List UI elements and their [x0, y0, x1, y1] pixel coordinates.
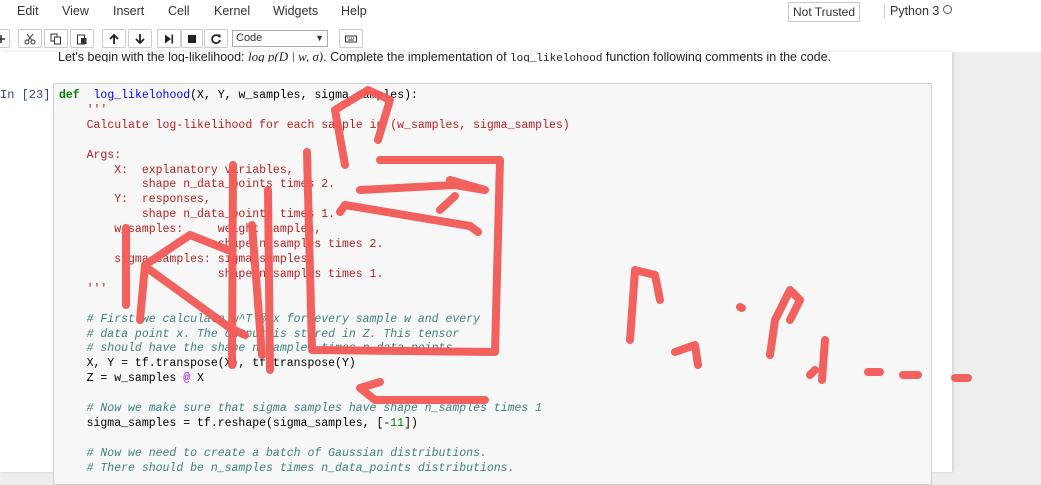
menu-view[interactable]: View	[62, 4, 89, 18]
code-token: shape n_samples times 1.	[59, 267, 384, 281]
copy-button[interactable]	[44, 29, 68, 48]
menu-widgets[interactable]: Widgets	[273, 4, 318, 18]
code-line: shape n_data_points times 1.	[59, 208, 570, 223]
markdown-text-before: Let's begin with the log-likelihood:	[58, 52, 249, 62]
menu-cell[interactable]: Cell	[168, 4, 190, 18]
menu-insert[interactable]: Insert	[113, 4, 144, 18]
code-cell-editor[interactable]: def log_likelohood(X, Y, w_samples, sigm…	[53, 83, 932, 485]
code-token: # Now we need to create a batch of Gauss…	[59, 446, 487, 460]
cell-type-value: Code	[236, 32, 263, 44]
code-line: X: explanatory variables,	[59, 164, 570, 179]
code-token: (X, Y, w_samples, sigma_samples):	[190, 89, 418, 102]
code-token: shape n_data_points times 1.	[59, 208, 336, 222]
menu-edit[interactable]: Edit	[17, 4, 39, 18]
cell-type-select[interactable]: Code ▼	[232, 30, 328, 47]
code-token: Z = w_samples	[59, 372, 184, 386]
code-line: Args:	[59, 149, 570, 164]
markdown-text-middle: . Complete the implementation of	[323, 52, 511, 62]
code-line: Y: responses,	[59, 193, 570, 208]
paste-icon	[77, 34, 87, 44]
code-line: # data point x. The output is stored in …	[59, 328, 570, 343]
code-line: '''	[59, 104, 570, 119]
code-line: # Now we need to create a batch of Gauss…	[59, 447, 570, 462]
code-token: '''	[59, 103, 108, 117]
restart-button[interactable]	[204, 29, 228, 48]
inline-code: log_likelohood	[510, 53, 603, 63]
code-line: sigma_samples: sigma samples,	[59, 253, 570, 268]
menu-bar: Edit View Insert Cell Kernel Widgets Hel…	[0, 0, 1041, 27]
code-line: # should have the shape n_samples times …	[59, 342, 570, 357]
restart-icon	[211, 33, 221, 44]
move-up-icon	[109, 33, 119, 44]
code-token: ])	[404, 416, 418, 430]
move-down-button[interactable]	[128, 29, 152, 48]
code-token: Args:	[59, 148, 122, 162]
paste-button[interactable]	[70, 29, 94, 48]
code-token: sigma_samples: sigma samples,	[59, 252, 315, 266]
markdown-text-after: function following comments in the code.	[602, 52, 832, 62]
code-line: # There should be n_samples times n_data…	[59, 462, 570, 477]
code-token: shape n_samples times 2.	[59, 238, 384, 252]
code-lines: def log_likelohood(X, Y, w_samples, sigm…	[59, 89, 570, 477]
code-token: # Now we make sure that sigma samples ha…	[59, 402, 543, 416]
code-line: def log_likelohood(X, Y, w_samples, sigm…	[59, 89, 570, 104]
code-line: '''	[59, 283, 570, 298]
cut-icon	[24, 33, 36, 44]
code-token: Calculate log-likelihood for each sample…	[59, 118, 570, 132]
code-token: # First we calculate w^T @ x for every s…	[59, 312, 480, 326]
code-token: def	[59, 89, 80, 102]
code-token: # should have the shape n_samples times …	[59, 342, 460, 356]
code-token: # data point x. The output is stored in …	[59, 327, 460, 341]
move-down-icon	[135, 33, 145, 44]
code-line: Calculate log-likelihood for each sample…	[59, 119, 570, 134]
not-trusted-badge[interactable]: Not Trusted	[788, 2, 861, 22]
copy-icon	[50, 33, 61, 44]
math-expression: log p(D | w, σ)	[248, 52, 324, 62]
code-line: w_samples: weight samples,	[59, 223, 570, 238]
code-token: log_likelohood	[93, 89, 191, 102]
kernel-name: Python 3	[884, 4, 939, 18]
add-cell-button[interactable]	[0, 29, 10, 48]
cut-button[interactable]	[18, 29, 42, 48]
move-up-button[interactable]	[102, 29, 126, 48]
stop-button[interactable]	[181, 29, 203, 48]
code-token: w_samples: weight samples,	[59, 223, 322, 237]
code-token: # There should be n_samples times n_data…	[59, 461, 515, 475]
code-token: X	[190, 372, 204, 386]
chevron-down-icon: ▼	[315, 33, 324, 43]
code-line: shape n_data_points times 2.	[59, 178, 570, 193]
run-button[interactable]	[157, 29, 181, 48]
command-palette-button[interactable]	[339, 29, 363, 48]
code-line: Z = w_samples @ X	[59, 372, 570, 387]
code-token: shape n_data_points times 2.	[59, 178, 336, 192]
code-line: shape n_samples times 2.	[59, 238, 570, 253]
toolbar: Code ▼	[0, 26, 1041, 52]
code-token: Y: responses,	[59, 193, 211, 207]
input-prompt: In [23]:	[0, 88, 58, 102]
code-token: '''	[59, 282, 108, 296]
code-token: X: explanatory variables,	[59, 163, 294, 177]
add-icon	[0, 34, 5, 43]
keyboard-icon	[345, 35, 357, 42]
code-token: X, Y = tf.transpose(X), tf.transpose(Y)	[59, 357, 356, 371]
code-line: shape n_samples times 1.	[59, 268, 570, 283]
code-line: # First we calculate w^T @ x for every s…	[59, 313, 570, 328]
menu-kernel[interactable]: Kernel	[214, 4, 250, 18]
run-icon	[165, 34, 174, 43]
kernel-status-icon	[943, 5, 952, 14]
code-line: # Now we make sure that sigma samples ha…	[59, 402, 570, 417]
stop-icon	[188, 34, 196, 43]
code-line: sigma_samples = tf.reshape(sigma_samples…	[59, 417, 570, 432]
code-token: sigma_samples = tf.reshape(sigma_samples…	[59, 416, 391, 430]
markdown-cell[interactable]: Let's begin with the log-likelihood: log…	[58, 52, 831, 62]
menu-help[interactable]: Help	[341, 4, 367, 18]
code-line: X, Y = tf.transpose(X), tf.transpose(Y)	[59, 357, 570, 372]
notebook-container: Let's begin with the log-likelihood: log…	[0, 52, 952, 485]
